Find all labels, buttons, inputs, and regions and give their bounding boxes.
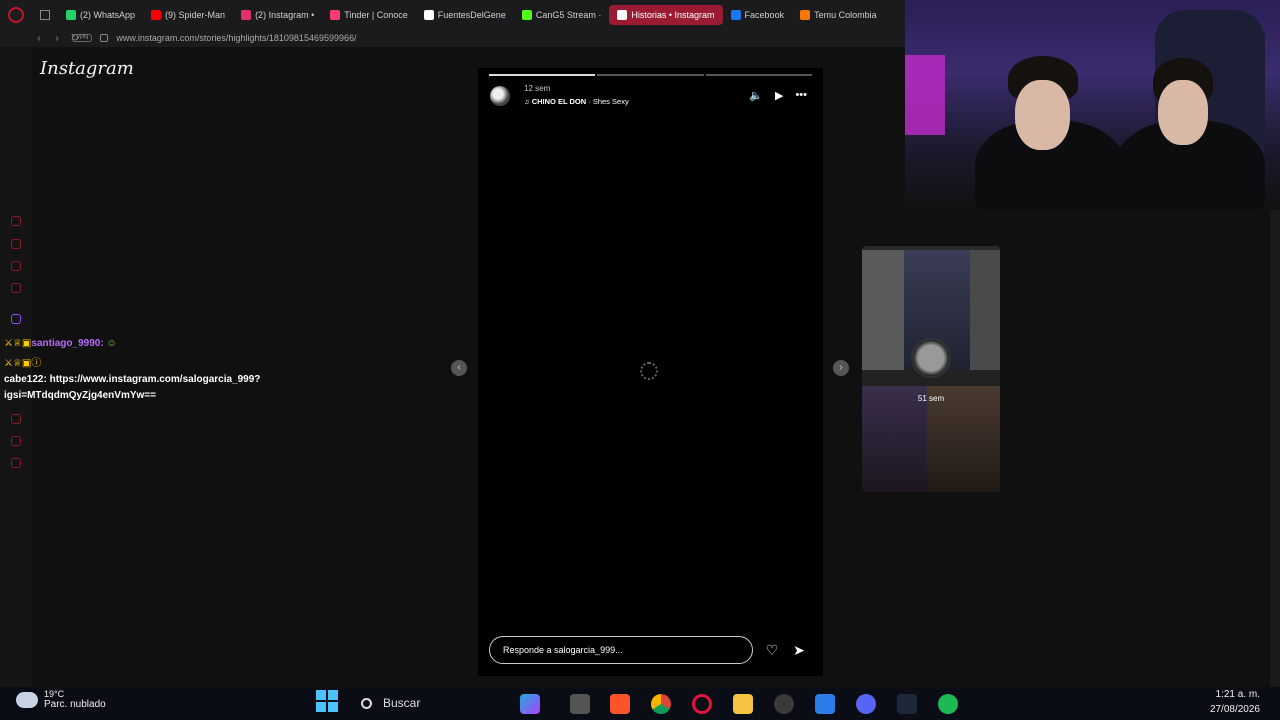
facebook-icon xyxy=(730,9,741,20)
story-song[interactable]: ♫ CHINO EL DON · Shes Sexy xyxy=(524,97,629,106)
heart-icon[interactable]: ♡ xyxy=(764,642,780,658)
sidebar-clock-icon[interactable] xyxy=(11,414,21,424)
brave-icon[interactable] xyxy=(610,694,630,714)
progress-segment xyxy=(597,74,704,76)
task-view-icon[interactable] xyxy=(570,694,590,714)
story-time: 12 sem xyxy=(524,84,551,93)
instagram-logo[interactable]: Instagram xyxy=(40,58,134,79)
obs-icon[interactable] xyxy=(774,694,794,714)
spotify-icon[interactable] xyxy=(938,694,958,714)
progress-segment xyxy=(705,74,812,76)
chat-message: igsi=MTdqdmQyZjg4enVmYw== xyxy=(4,390,156,401)
chat-message: ⚔♕▣ⓘ xyxy=(4,356,304,372)
x-icon xyxy=(423,9,434,20)
loading-spinner xyxy=(640,362,658,380)
progress-segment xyxy=(489,74,596,76)
stream-chat: ⚔♕▣santiago_9990: ☺ ⚔♕▣ⓘ cabe122: https:… xyxy=(4,336,304,404)
streamer-face xyxy=(1015,80,1070,150)
badge-icons: ⚔♕▣ xyxy=(4,338,32,349)
chat-message: ⚔♕▣santiago_9990: ☺ xyxy=(4,338,117,349)
forward-icon[interactable]: › xyxy=(48,33,66,44)
next-story-time: 51 sem xyxy=(917,394,945,403)
windows-start-icon[interactable] xyxy=(316,690,338,712)
more-options-icon[interactable]: ••• xyxy=(795,89,807,102)
discord-icon[interactable] xyxy=(856,694,876,714)
sidebar-settings-icon[interactable] xyxy=(11,458,21,468)
url-field[interactable]: www.instagram.com/stories/highlights/181… xyxy=(116,33,356,43)
back-icon[interactable]: ‹ xyxy=(30,33,48,44)
scrollbar[interactable] xyxy=(1270,210,1280,687)
sidebar-bag-icon[interactable] xyxy=(11,239,21,249)
reply-input[interactable]: Responde a salogarcia_999... xyxy=(489,636,753,664)
system-clock[interactable]: 1:21 a. m. 27/08/2026 xyxy=(1210,687,1260,717)
send-icon[interactable]: ➤ xyxy=(791,642,807,658)
tab-instagram[interactable]: (2) Instagram • xyxy=(233,5,322,25)
address-bar: ‹ › VPN ↻ www.instagram.com/stories/high… xyxy=(0,29,905,47)
chat-message: cabe122: https://www.instagram.com/salog… xyxy=(4,374,261,385)
sidebar-mail-icon[interactable] xyxy=(11,283,21,293)
story-viewer[interactable]: 12 sem ♫ CHINO EL DON · Shes Sexy 🔈 ▶ ••… xyxy=(478,68,823,676)
tinder-icon xyxy=(330,9,341,20)
sidebar-chat-icon[interactable] xyxy=(11,436,21,446)
next-story-preview[interactable]: 51 sem xyxy=(862,246,1000,492)
steam-icon[interactable] xyxy=(897,694,917,714)
search-icon xyxy=(361,697,372,709)
streamer-face xyxy=(1158,80,1208,145)
preview-image xyxy=(862,250,904,370)
mute-icon[interactable]: 🔈 xyxy=(749,89,763,102)
sidebar-history-icon[interactable] xyxy=(11,216,21,226)
previous-story-button[interactable]: ‹ xyxy=(451,360,467,376)
preview-avatar xyxy=(911,338,951,378)
reload-icon[interactable]: ↻ xyxy=(66,33,84,44)
tab-x[interactable]: FuentesDelGene xyxy=(416,5,514,25)
badge-icons: ⚔♕▣ⓘ xyxy=(4,358,42,369)
tab-facebook[interactable]: Facebook xyxy=(723,5,793,25)
tab-temu[interactable]: Temu Colombia xyxy=(792,5,885,25)
sidebar-gamepad-icon[interactable] xyxy=(11,261,21,271)
windows-taskbar: 19°C Parc. nublado Buscar 1:21 a. m. 27/… xyxy=(0,687,1280,720)
browser-tab-bar: (2) WhatsApp (9) Spider-Man (2) Instagra… xyxy=(0,0,905,29)
file-explorer-icon[interactable] xyxy=(733,694,753,714)
avatar[interactable] xyxy=(490,86,510,106)
pink-light xyxy=(905,55,945,135)
music-icon: ♫ xyxy=(524,97,532,106)
emote-icon: ☺ xyxy=(106,338,117,349)
tab-kick[interactable]: CanG5 Stream · xyxy=(514,5,610,25)
whatsapp-icon xyxy=(66,9,76,20)
workspaces-icon[interactable] xyxy=(40,9,50,20)
instagram-icon xyxy=(241,9,252,20)
tab-tinder[interactable]: Tinder | Conoce xyxy=(322,5,416,25)
temu-icon xyxy=(800,9,811,20)
weather-widget[interactable]: 19°C Parc. nublado xyxy=(16,689,106,710)
next-story-button[interactable]: › xyxy=(833,360,849,376)
taskbar-search[interactable]: Buscar xyxy=(356,692,476,714)
play-icon[interactable]: ▶ xyxy=(775,89,783,102)
story-progress xyxy=(489,74,812,76)
webcam-feed xyxy=(905,0,1280,210)
microsoft-store-icon[interactable] xyxy=(815,694,835,714)
widgets-icon[interactable] xyxy=(520,694,540,714)
preview-image xyxy=(970,250,1000,370)
instagram-icon xyxy=(617,9,628,20)
cloudy-icon xyxy=(16,691,38,708)
chrome-icon[interactable] xyxy=(651,694,671,714)
kick-icon xyxy=(521,9,532,20)
tab-whatsapp[interactable]: (2) WhatsApp xyxy=(58,5,143,25)
story-controls: 🔈 ▶ ••• xyxy=(749,89,807,102)
opera-gx-icon[interactable] xyxy=(692,694,712,714)
tab-historias-instagram[interactable]: Historias • Instagram xyxy=(609,4,723,25)
sidebar-twitch-icon[interactable] xyxy=(11,314,21,324)
opera-logo-icon[interactable] xyxy=(8,6,24,23)
lock-icon xyxy=(100,34,109,42)
youtube-icon xyxy=(151,9,162,20)
story-header: 12 sem ♫ CHINO EL DON · Shes Sexy xyxy=(490,84,629,106)
tab-youtube[interactable]: (9) Spider-Man xyxy=(143,5,233,25)
